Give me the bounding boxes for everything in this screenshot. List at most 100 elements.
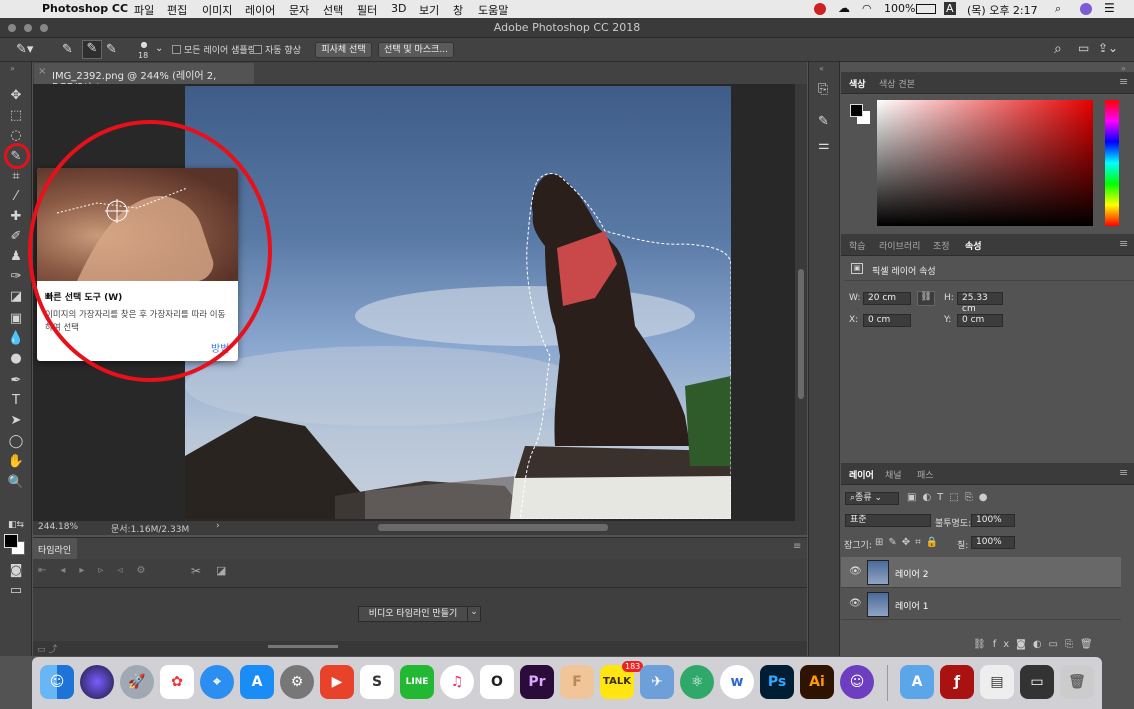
document-tab[interactable]: × IMG_2392.png @ 244% (레이어 2, RGB/8*) * [34, 63, 254, 93]
timeline-tab[interactable]: 타임라인 [33, 538, 77, 560]
menu-layer[interactable]: 레이어 [245, 2, 275, 18]
width-field[interactable]: 20 cm [863, 292, 911, 305]
sample-all-layers-checkbox[interactable] [172, 45, 181, 54]
menu-type[interactable]: 문자 [289, 2, 309, 18]
visibility-eye-icon[interactable]: 👁 [849, 598, 862, 609]
zoom-tool-icon[interactable]: 🔍 [6, 474, 26, 491]
finder-icon[interactable]: ☺ [40, 665, 74, 699]
word-app-icon[interactable]: w [720, 665, 754, 699]
screen-mode-icon[interactable]: ▭ [6, 582, 26, 599]
layer-actions-icons[interactable]: ⛓fx◙◐▭⎘🗑 [973, 639, 1100, 650]
tab-layers[interactable]: 레이어 [849, 468, 874, 481]
adjustments-panel-icon[interactable]: ⚌ [818, 138, 830, 153]
lock-icons[interactable]: ⊞✎✥⌗🔒 [875, 537, 943, 548]
downloads-icon[interactable]: A [900, 665, 934, 699]
menu-edit[interactable]: 편집 [167, 2, 187, 18]
panel-menu-icon[interactable]: ≡ [793, 541, 801, 552]
pen-tool-icon[interactable]: ✒ [6, 372, 26, 389]
properties-panel-menu-icon[interactable]: ≡ [1119, 237, 1128, 250]
atom-icon[interactable]: ⚛ [680, 665, 714, 699]
clone-stamp-icon[interactable]: ♟ [6, 248, 26, 265]
status-menu-arrow-icon[interactable]: › [216, 521, 220, 531]
menu-help[interactable]: 도움말 [478, 2, 508, 18]
record-icon[interactable] [814, 3, 826, 15]
app-store-icon[interactable]: A [240, 665, 274, 699]
visibility-eye-icon[interactable]: 👁 [849, 566, 862, 577]
menu-filter[interactable]: 필터 [357, 2, 377, 18]
vertical-scrollbar[interactable] [795, 84, 807, 521]
creative-cloud-icon[interactable]: ☁ [838, 1, 850, 15]
tab-color[interactable]: 색상 [849, 77, 866, 90]
history-brush-icon[interactable]: ✑ [6, 268, 26, 285]
preview-icon[interactable]: ✈ [640, 665, 674, 699]
x-field[interactable]: 0 cm [863, 314, 911, 327]
search-icon[interactable]: ⌕ [1054, 41, 1062, 57]
workspace-icon[interactable]: ▭ [1078, 41, 1089, 55]
premiere-icon[interactable]: Pr [520, 665, 554, 699]
brush-size[interactable]: 18 [138, 51, 148, 60]
split-icon[interactable]: ✂ [191, 564, 201, 578]
system-preferences-icon[interactable]: ⚙ [280, 665, 314, 699]
height-field[interactable]: 25.33 cm [957, 292, 1003, 314]
menu-file[interactable]: 파일 [134, 2, 154, 18]
type-tool-icon[interactable]: T [6, 392, 26, 409]
color-picker-field[interactable] [877, 100, 1093, 226]
wifi-icon[interactable]: ◠ [862, 2, 872, 15]
move-tool-icon[interactable]: ✥ [6, 87, 26, 104]
lasso-tool-icon[interactable]: ◌ [6, 127, 26, 144]
subtract-selection-icon[interactable]: ✎ [106, 42, 117, 57]
battery-icon[interactable] [916, 4, 936, 14]
tab-channels[interactable]: 채널 [885, 468, 902, 481]
transition-icon[interactable]: ◪ [216, 564, 226, 577]
uflix-icon[interactable]: ▶ [320, 665, 354, 699]
safari-icon[interactable]: ⌖ [200, 665, 234, 699]
fileflash-icon[interactable]: F [560, 665, 594, 699]
path-selection-icon[interactable]: ➤ [6, 412, 26, 429]
fill-field[interactable]: 100% [971, 536, 1015, 549]
thumbnails-icon[interactable]: ▤ [980, 665, 1014, 699]
o-app-icon[interactable]: O [480, 665, 514, 699]
create-video-timeline-button[interactable]: 비디오 타임라인 만들기 [358, 606, 468, 622]
github-icon[interactable]: ☺ [840, 665, 874, 699]
photos-icon[interactable]: ✿ [160, 665, 194, 699]
itunes-icon[interactable]: ♫ [440, 665, 474, 699]
history-panel-icon[interactable]: ⎘ [818, 82, 828, 97]
link-icon[interactable]: ⛓ [917, 291, 935, 306]
layer-filter-icons[interactable]: ▣◐T⬚⎘● [907, 492, 993, 503]
layer-name[interactable]: 레이어 2 [895, 567, 928, 580]
vertical-scroll-thumb[interactable] [798, 269, 804, 399]
gradient-tool-icon[interactable]: ▣ [6, 310, 26, 327]
photoshop-icon[interactable]: Ps [760, 665, 794, 699]
spotlight-search-icon[interactable]: ⌕ [1055, 2, 1061, 16]
terminal-icon[interactable]: ▭ [1020, 665, 1054, 699]
quick-mask-icon[interactable]: ◙ [6, 562, 26, 579]
collapse-panels-icon[interactable]: « [819, 64, 824, 73]
crop-tool-icon[interactable]: ⌗ [6, 168, 26, 185]
eraser-tool-icon[interactable]: ◪ [6, 288, 26, 305]
menu-3d[interactable]: 3D [391, 2, 406, 15]
playback-controls-icon[interactable]: ⇤◂▸▹◃⚙ [38, 565, 159, 576]
opacity-field[interactable]: 100% [971, 514, 1015, 527]
tab-swatches[interactable]: 색상 견본 [879, 77, 915, 90]
notification-center-icon[interactable]: ☰ [1104, 1, 1115, 15]
trash-icon[interactable]: 🗑 [1060, 665, 1094, 699]
collapse-icon[interactable]: » [10, 64, 15, 73]
tab-paths[interactable]: 패스 [917, 468, 934, 481]
layers-panel-menu-icon[interactable]: ≡ [1119, 466, 1128, 479]
layer-name[interactable]: 레이어 1 [895, 599, 928, 612]
zoom-level[interactable]: 244.18% [38, 522, 78, 532]
timeline-footer-icons[interactable]: ▭ ⤴ [37, 642, 57, 655]
menu-view[interactable]: 보기 [419, 2, 439, 18]
layer-row[interactable]: 👁 레이어 2 [841, 557, 1121, 588]
menu-select[interactable]: 선택 [323, 2, 343, 18]
select-subject-button[interactable]: 피사체 선택 [315, 42, 372, 58]
layer-filter-select[interactable]: ⌕종류 ⌄ [845, 492, 899, 505]
tab-learn[interactable]: 학습 [849, 239, 866, 252]
foreground-color-swatch[interactable] [4, 534, 18, 548]
select-and-mask-button[interactable]: 선택 및 마스크... [378, 42, 454, 58]
brush-panel-icon[interactable]: ✎ [818, 114, 829, 129]
auto-enhance-checkbox[interactable] [253, 45, 262, 54]
blur-tool-icon[interactable]: 💧 [6, 330, 26, 347]
flash-icon[interactable]: ƒ [940, 665, 974, 699]
launchpad-icon[interactable]: 🚀 [120, 665, 154, 699]
